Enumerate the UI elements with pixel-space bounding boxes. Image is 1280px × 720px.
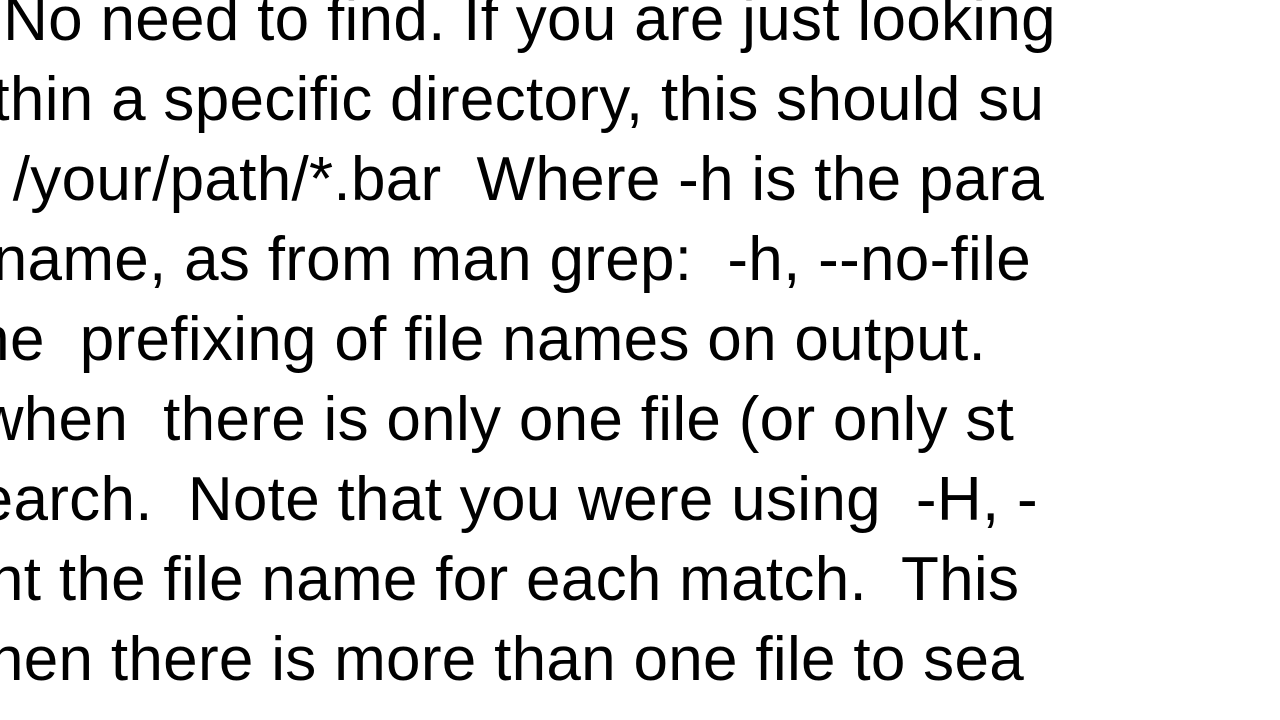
document-text: er 1: No need to find. If you are just l…: [0, 0, 1280, 700]
